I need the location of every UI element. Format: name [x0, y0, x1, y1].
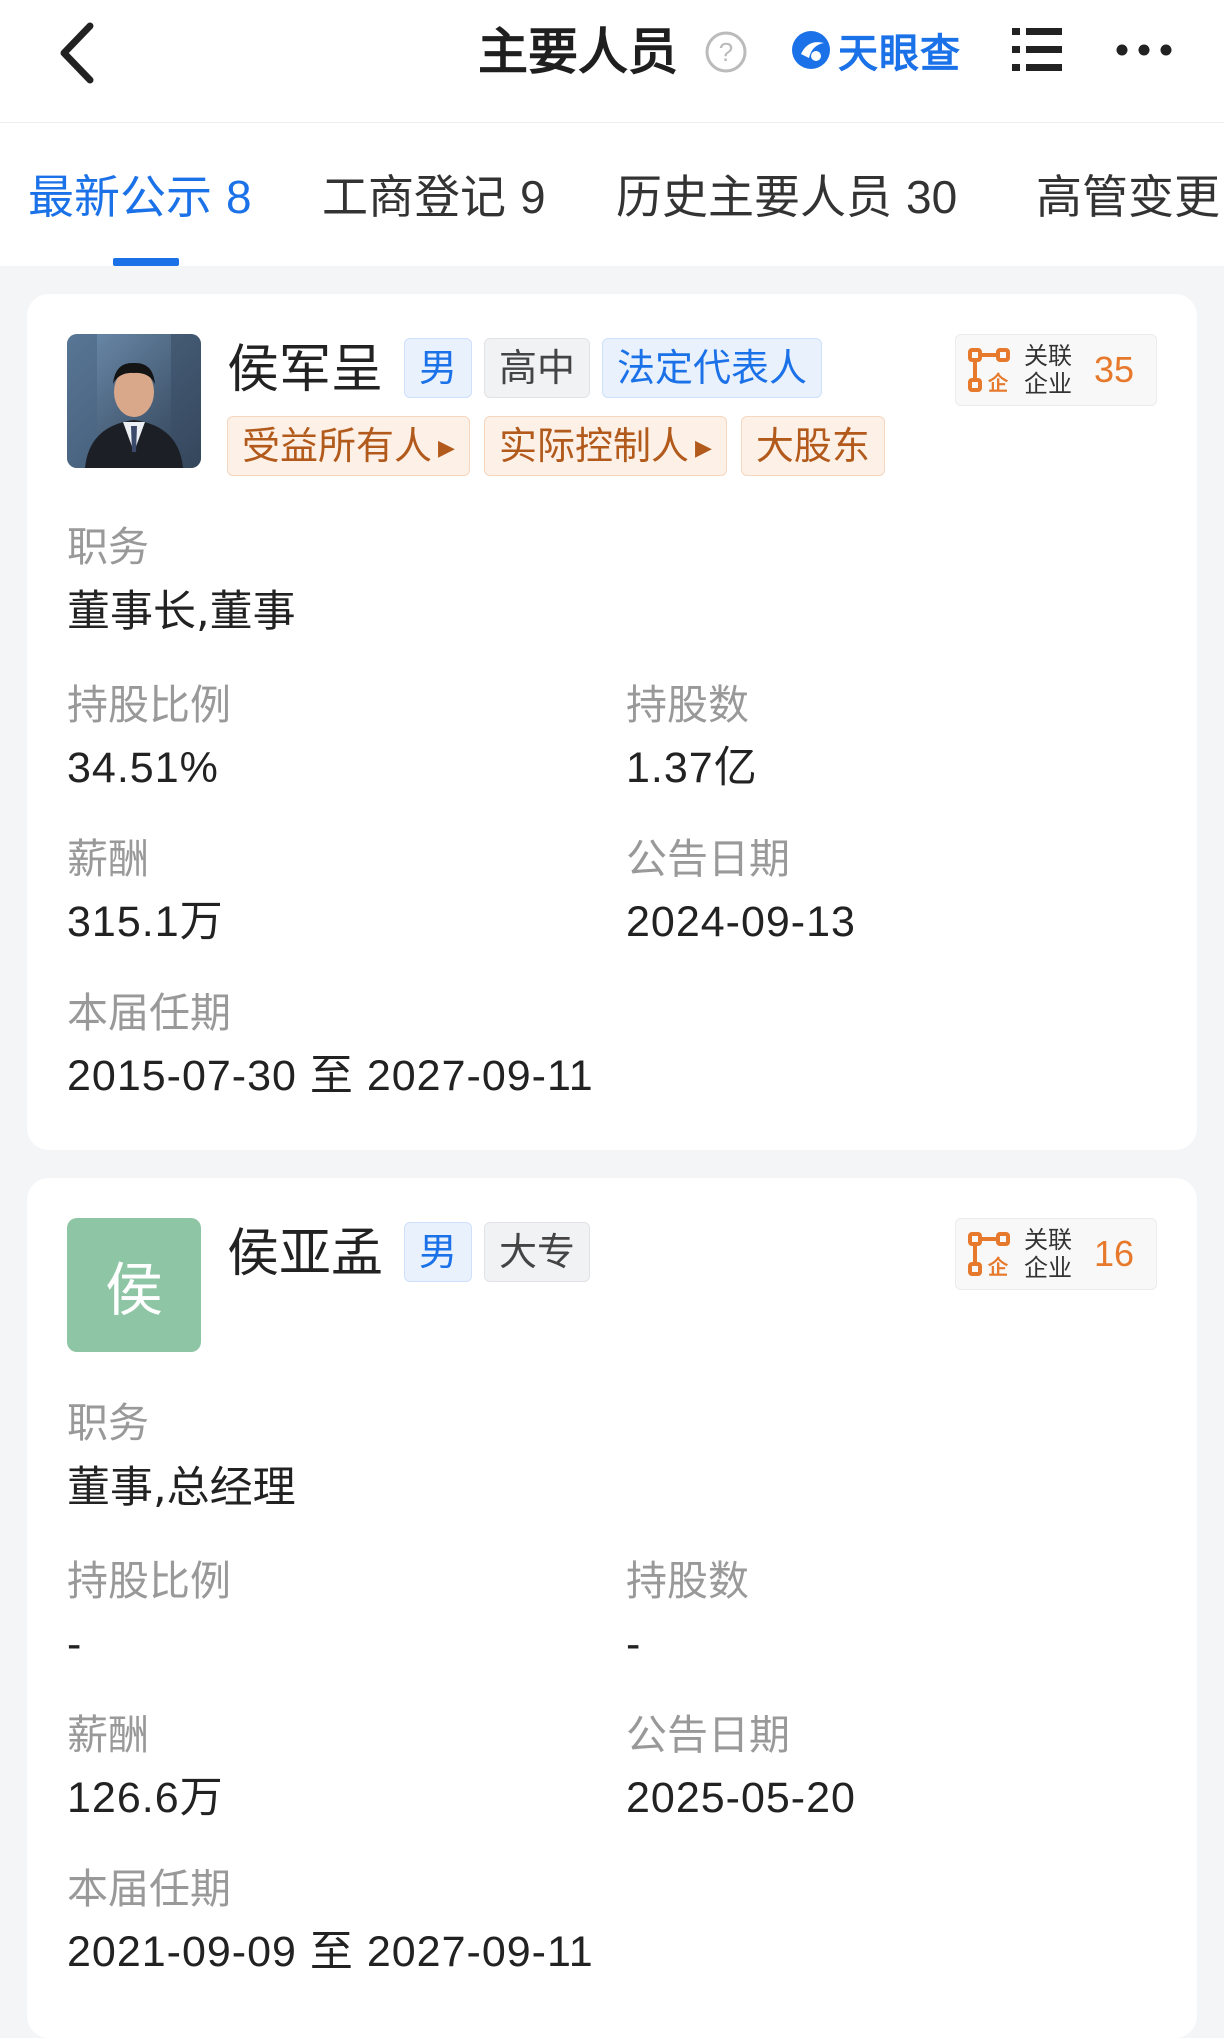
related-companies-button[interactable]: 企 关联企业 16	[955, 1218, 1157, 1290]
shares-value: -	[626, 1620, 642, 1668]
education-tag: 大专	[484, 1222, 591, 1282]
list-icon	[1012, 28, 1062, 71]
related-companies-icon: 企	[968, 1232, 1010, 1278]
avatar	[67, 334, 201, 468]
tab-label: 高管变更	[1036, 170, 1220, 224]
tab-label: 历史主要人员	[616, 170, 892, 224]
tab-label: 最新公示	[28, 170, 212, 224]
help-icon[interactable]: ?	[704, 30, 748, 74]
person-name[interactable]: 侯军呈	[227, 338, 383, 402]
tianyancha-logo-icon	[792, 31, 830, 69]
related-companies-label: 关联企业	[1024, 342, 1072, 398]
tag-label: 受益所有人	[242, 424, 433, 468]
term-label: 本届任期	[67, 1865, 231, 1913]
tab-latest[interactable]: 最新公示 8	[28, 168, 252, 226]
person-card[interactable]: 侯军呈 男 高中 法定代表人 受益所有人 ▶ 实际控制人 ▶ 大股东 企 关联企业 …	[27, 294, 1197, 1150]
tag-label: 实际控制人	[498, 424, 689, 468]
tab-count: 8	[226, 171, 252, 223]
share-ratio-value: 34.51%	[67, 744, 219, 792]
person-name[interactable]: 侯亚孟	[227, 1222, 383, 1286]
avatar: 侯	[67, 1218, 201, 1352]
major-shareholder-tag: 大股东	[740, 416, 885, 476]
brand-logo: 天眼查	[790, 22, 961, 78]
person-tags: 男 大专	[404, 1222, 591, 1282]
position-label: 职务	[67, 523, 149, 571]
caret-right-icon: ▶	[694, 435, 712, 461]
actual-controller-tag[interactable]: 实际控制人 ▶	[483, 416, 727, 476]
menu-list-button[interactable]	[1008, 22, 1068, 78]
tab-registration[interactable]: 工商登记 9	[322, 168, 546, 226]
beneficial-owner-tag[interactable]: 受益所有人 ▶	[227, 416, 470, 476]
share-ratio-value: -	[67, 1620, 83, 1668]
person-tags: 男 高中 法定代表人	[404, 338, 823, 398]
tab-history[interactable]: 历史主要人员 30	[616, 168, 957, 226]
svg-text:?: ?	[719, 37, 733, 67]
share-ratio-label: 持股比例	[67, 1557, 231, 1605]
brand-name: 天眼查	[838, 31, 961, 77]
salary-label: 薪酬	[67, 835, 149, 883]
related-companies-icon: 企	[968, 348, 1010, 394]
tab-label: 工商登记	[322, 170, 506, 224]
tab-count: 9	[520, 171, 546, 223]
shares-label: 持股数	[626, 1557, 749, 1605]
announcement-date-value: 2024-09-13	[626, 898, 856, 946]
gender-tag: 男	[404, 1222, 473, 1282]
share-ratio-label: 持股比例	[67, 681, 231, 729]
position-label: 职务	[67, 1399, 149, 1447]
more-button[interactable]	[1112, 22, 1176, 78]
role-tags: 受益所有人 ▶ 实际控制人 ▶ 大股东	[227, 416, 885, 476]
shares-label: 持股数	[626, 681, 749, 729]
education-tag: 高中	[484, 338, 591, 398]
active-tab-indicator	[113, 258, 179, 266]
related-companies-label: 关联企业	[1024, 1226, 1072, 1282]
announcement-date-value: 2025-05-20	[626, 1774, 856, 1822]
position-value: 董事,总经理	[67, 1463, 296, 1513]
more-dots-icon	[1116, 44, 1172, 56]
tab-count: 30	[906, 171, 958, 223]
position-value: 董事长,董事	[67, 587, 296, 637]
salary-value: 126.6万	[67, 1774, 224, 1822]
salary-label: 薪酬	[67, 1711, 149, 1759]
chevron-left-icon	[60, 22, 94, 84]
legal-rep-tag: 法定代表人	[602, 338, 823, 398]
shares-value: 1.37亿	[626, 744, 758, 792]
tab-bar: 最新公示 8 工商登记 9 历史主要人员 30 高管变更	[0, 122, 1224, 266]
svg-text:企: 企	[987, 1255, 1009, 1278]
term-label: 本届任期	[67, 989, 231, 1037]
announcement-date-label: 公告日期	[626, 835, 790, 883]
back-button[interactable]	[52, 18, 112, 88]
top-bar: 主要人员 ? 天眼查	[0, 0, 1224, 122]
svg-text:企: 企	[987, 371, 1009, 394]
related-companies-count: 35	[1094, 349, 1135, 390]
salary-value: 315.1万	[67, 898, 224, 946]
term-value: 2021-09-09 至 2027-09-11	[67, 1928, 594, 1976]
person-card[interactable]: 侯 侯亚孟 男 大专 企 关联企业 16 职务 董事,总经理 持股比例 - 持股…	[27, 1178, 1197, 2038]
announcement-date-label: 公告日期	[626, 1711, 790, 1759]
related-companies-button[interactable]: 企 关联企业 35	[955, 334, 1157, 406]
related-companies-count: 16	[1094, 1233, 1135, 1274]
caret-right-icon: ▶	[438, 435, 455, 461]
term-value: 2015-07-30 至 2027-09-11	[67, 1052, 594, 1100]
page-title: 主要人员	[478, 23, 678, 81]
gender-tag: 男	[404, 338, 473, 398]
tab-executive-changes[interactable]: 高管变更	[1036, 168, 1220, 226]
